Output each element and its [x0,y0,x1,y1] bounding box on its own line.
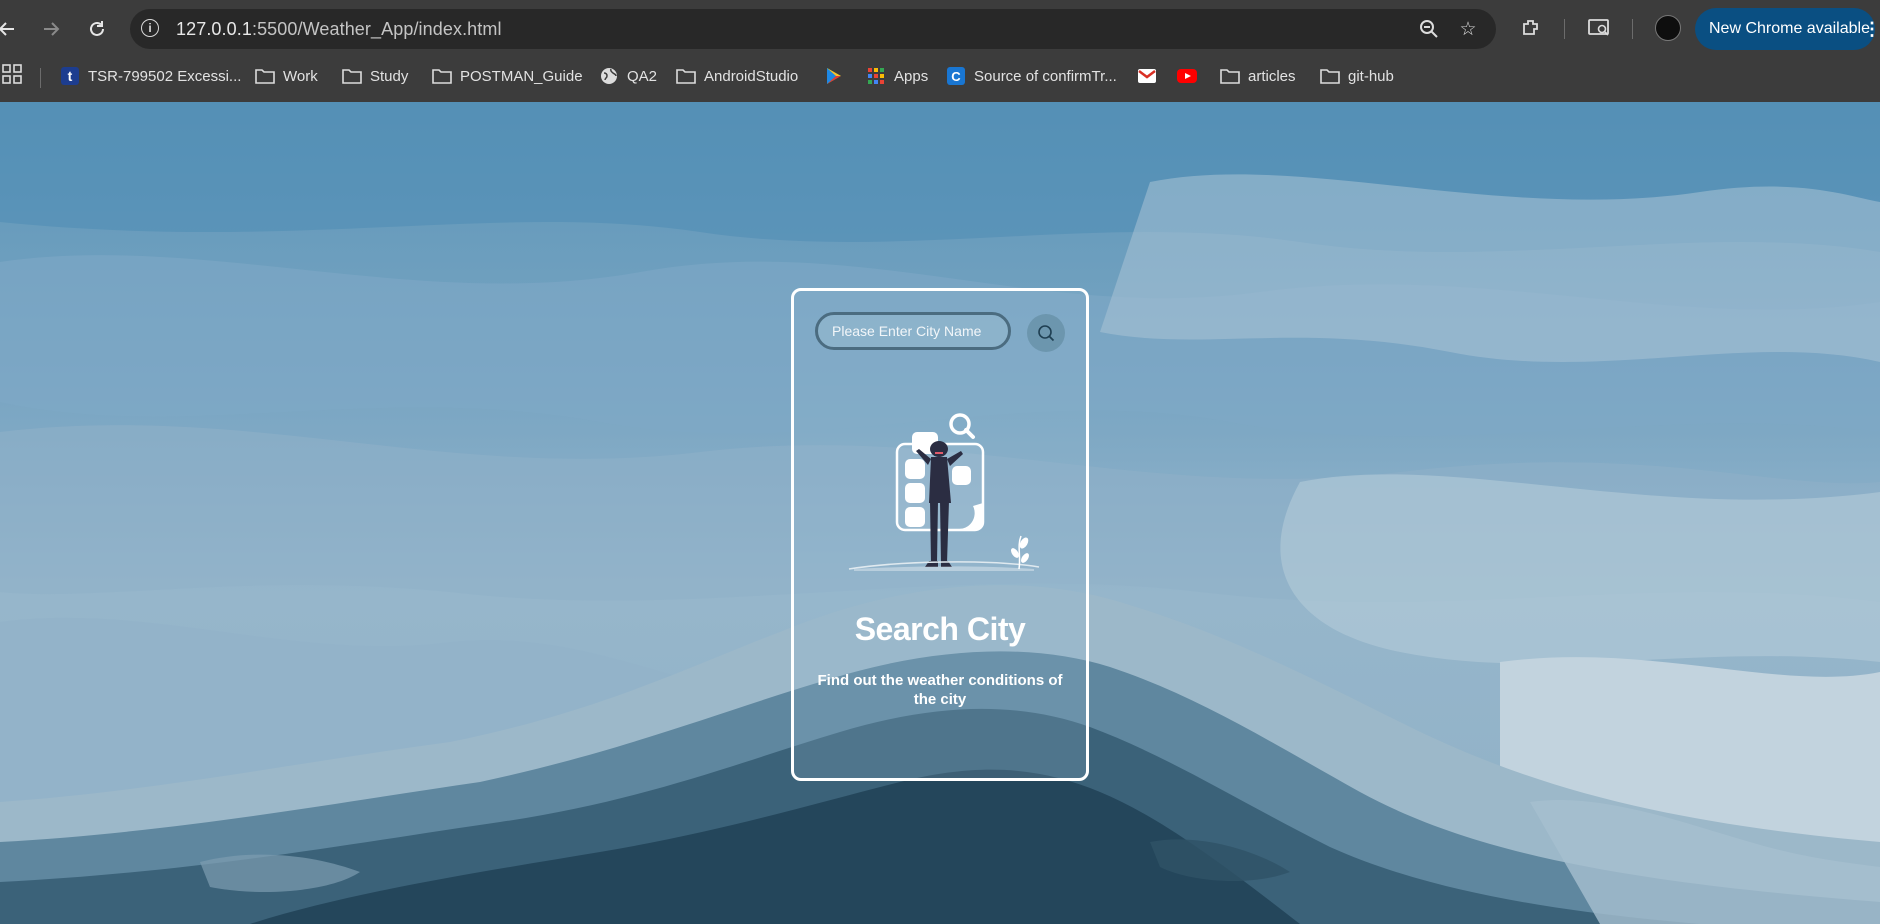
update-chrome-label: New Chrome available [1709,20,1870,37]
city-search-input[interactable] [815,312,1011,350]
bookmark-label: Work [283,67,318,85]
bookmark-gmail[interactable] [1137,64,1165,88]
play-store-icon [824,66,844,86]
svg-text:C: C [951,69,961,84]
folder-icon [1320,66,1340,86]
svg-text:t: t [68,68,73,84]
t-icon: t [60,66,80,86]
folder-icon [342,66,362,86]
reload-icon[interactable] [82,14,112,44]
folder-icon [432,66,452,86]
extensions-icon[interactable] [1517,14,1545,42]
bookmark-label: Source of confirmTr... [974,67,1117,85]
forward-icon[interactable] [36,14,66,44]
bookmark-label: QA2 [627,67,658,85]
more-menu-icon[interactable]: ⋮ [1863,8,1880,50]
profile-avatar[interactable] [1655,15,1681,41]
bookmark-apps[interactable]: Apps [866,64,928,88]
url-host: 127.0.0.1 [176,19,252,39]
bookmark-study[interactable]: Study [342,64,408,88]
search-button[interactable] [1027,314,1065,352]
url-path: :5500/Weather_App/index.html [251,19,502,39]
bookmark-play-store[interactable] [824,64,852,88]
bookmark-tsr[interactable]: t TSR-799502 Excessi... [60,64,241,88]
person-searching-illustration [848,413,1040,571]
youtube-icon [1177,66,1197,86]
bookmark-label: TSR-799502 Excessi... [88,67,242,85]
back-icon[interactable] [0,14,22,44]
bookmark-label: AndroidStudio [704,67,799,85]
weather-app-page: Search City Find out the weather conditi… [0,102,1880,924]
card-subtitle: Find out the weather conditions of the c… [817,672,1063,708]
bookmark-postman-guide[interactable]: POSTMAN_Guide [432,64,583,88]
apps-grid-icon[interactable] [2,64,22,84]
cast-icon[interactable] [1585,14,1613,42]
search-icon [1038,325,1055,342]
blue-c-icon: C [946,66,966,86]
update-chrome-button[interactable]: New Chrome available ⋮ [1695,8,1880,50]
apps-icon [866,66,886,86]
bookmark-label: Apps [894,67,929,85]
folder-icon [1220,66,1240,86]
toolbar-divider [1632,19,1633,39]
browser-toolbar: i 127.0.0.1:5500/Weather_App/index.html … [0,0,1880,58]
bookmark-youtube[interactable] [1177,64,1205,88]
search-card: Search City Find out the weather conditi… [791,288,1089,781]
bookmark-label: articles [1248,67,1296,85]
bookmark-articles[interactable]: articles [1220,64,1296,88]
bookmark-label: POSTMAN_Guide [460,67,583,85]
folder-icon [255,66,275,86]
bookmark-source-confirmtr[interactable]: C Source of confirmTr... [946,64,1117,88]
magnifier-icon [949,413,975,439]
toolbar-divider [1564,19,1565,39]
bookmark-git-hub[interactable]: git-hub [1320,64,1394,88]
folder-icon [676,66,696,86]
bookmarks-divider [40,68,41,88]
star-icon[interactable]: ☆ [1457,19,1479,41]
bookmark-qa2[interactable]: QA2 [599,64,657,88]
zoom-icon[interactable] [1418,19,1440,41]
bookmark-label: Study [370,67,409,85]
bookmark-androidstudio[interactable]: AndroidStudio [676,64,798,88]
url-text[interactable]: 127.0.0.1:5500/Weather_App/index.html [176,19,502,40]
bookmark-label: git-hub [1348,67,1394,85]
site-info-icon[interactable]: i [141,19,159,37]
bookmark-work[interactable]: Work [255,64,318,88]
gmail-icon [1137,66,1157,86]
globe-icon [599,66,619,86]
card-title: Search City [854,611,1026,647]
address-bar[interactable]: i 127.0.0.1:5500/Weather_App/index.html … [130,9,1496,49]
